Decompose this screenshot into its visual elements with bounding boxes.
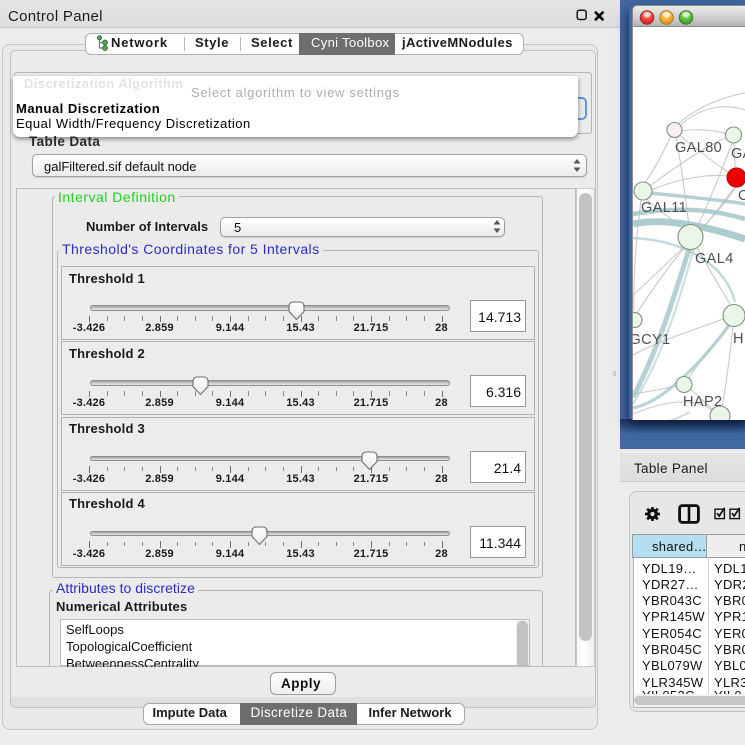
svg-text:GAL80: GAL80 bbox=[675, 140, 722, 156]
svg-text:GAL11: GAL11 bbox=[641, 200, 687, 216]
svg-text:C: C bbox=[738, 188, 745, 204]
svg-text:H: H bbox=[733, 331, 744, 347]
svg-text:HAP2: HAP2 bbox=[683, 394, 722, 410]
svg-text:GA: GA bbox=[731, 146, 745, 162]
svg-text:GCY1: GCY1 bbox=[633, 332, 671, 348]
svg-text:GAL4: GAL4 bbox=[695, 251, 734, 267]
